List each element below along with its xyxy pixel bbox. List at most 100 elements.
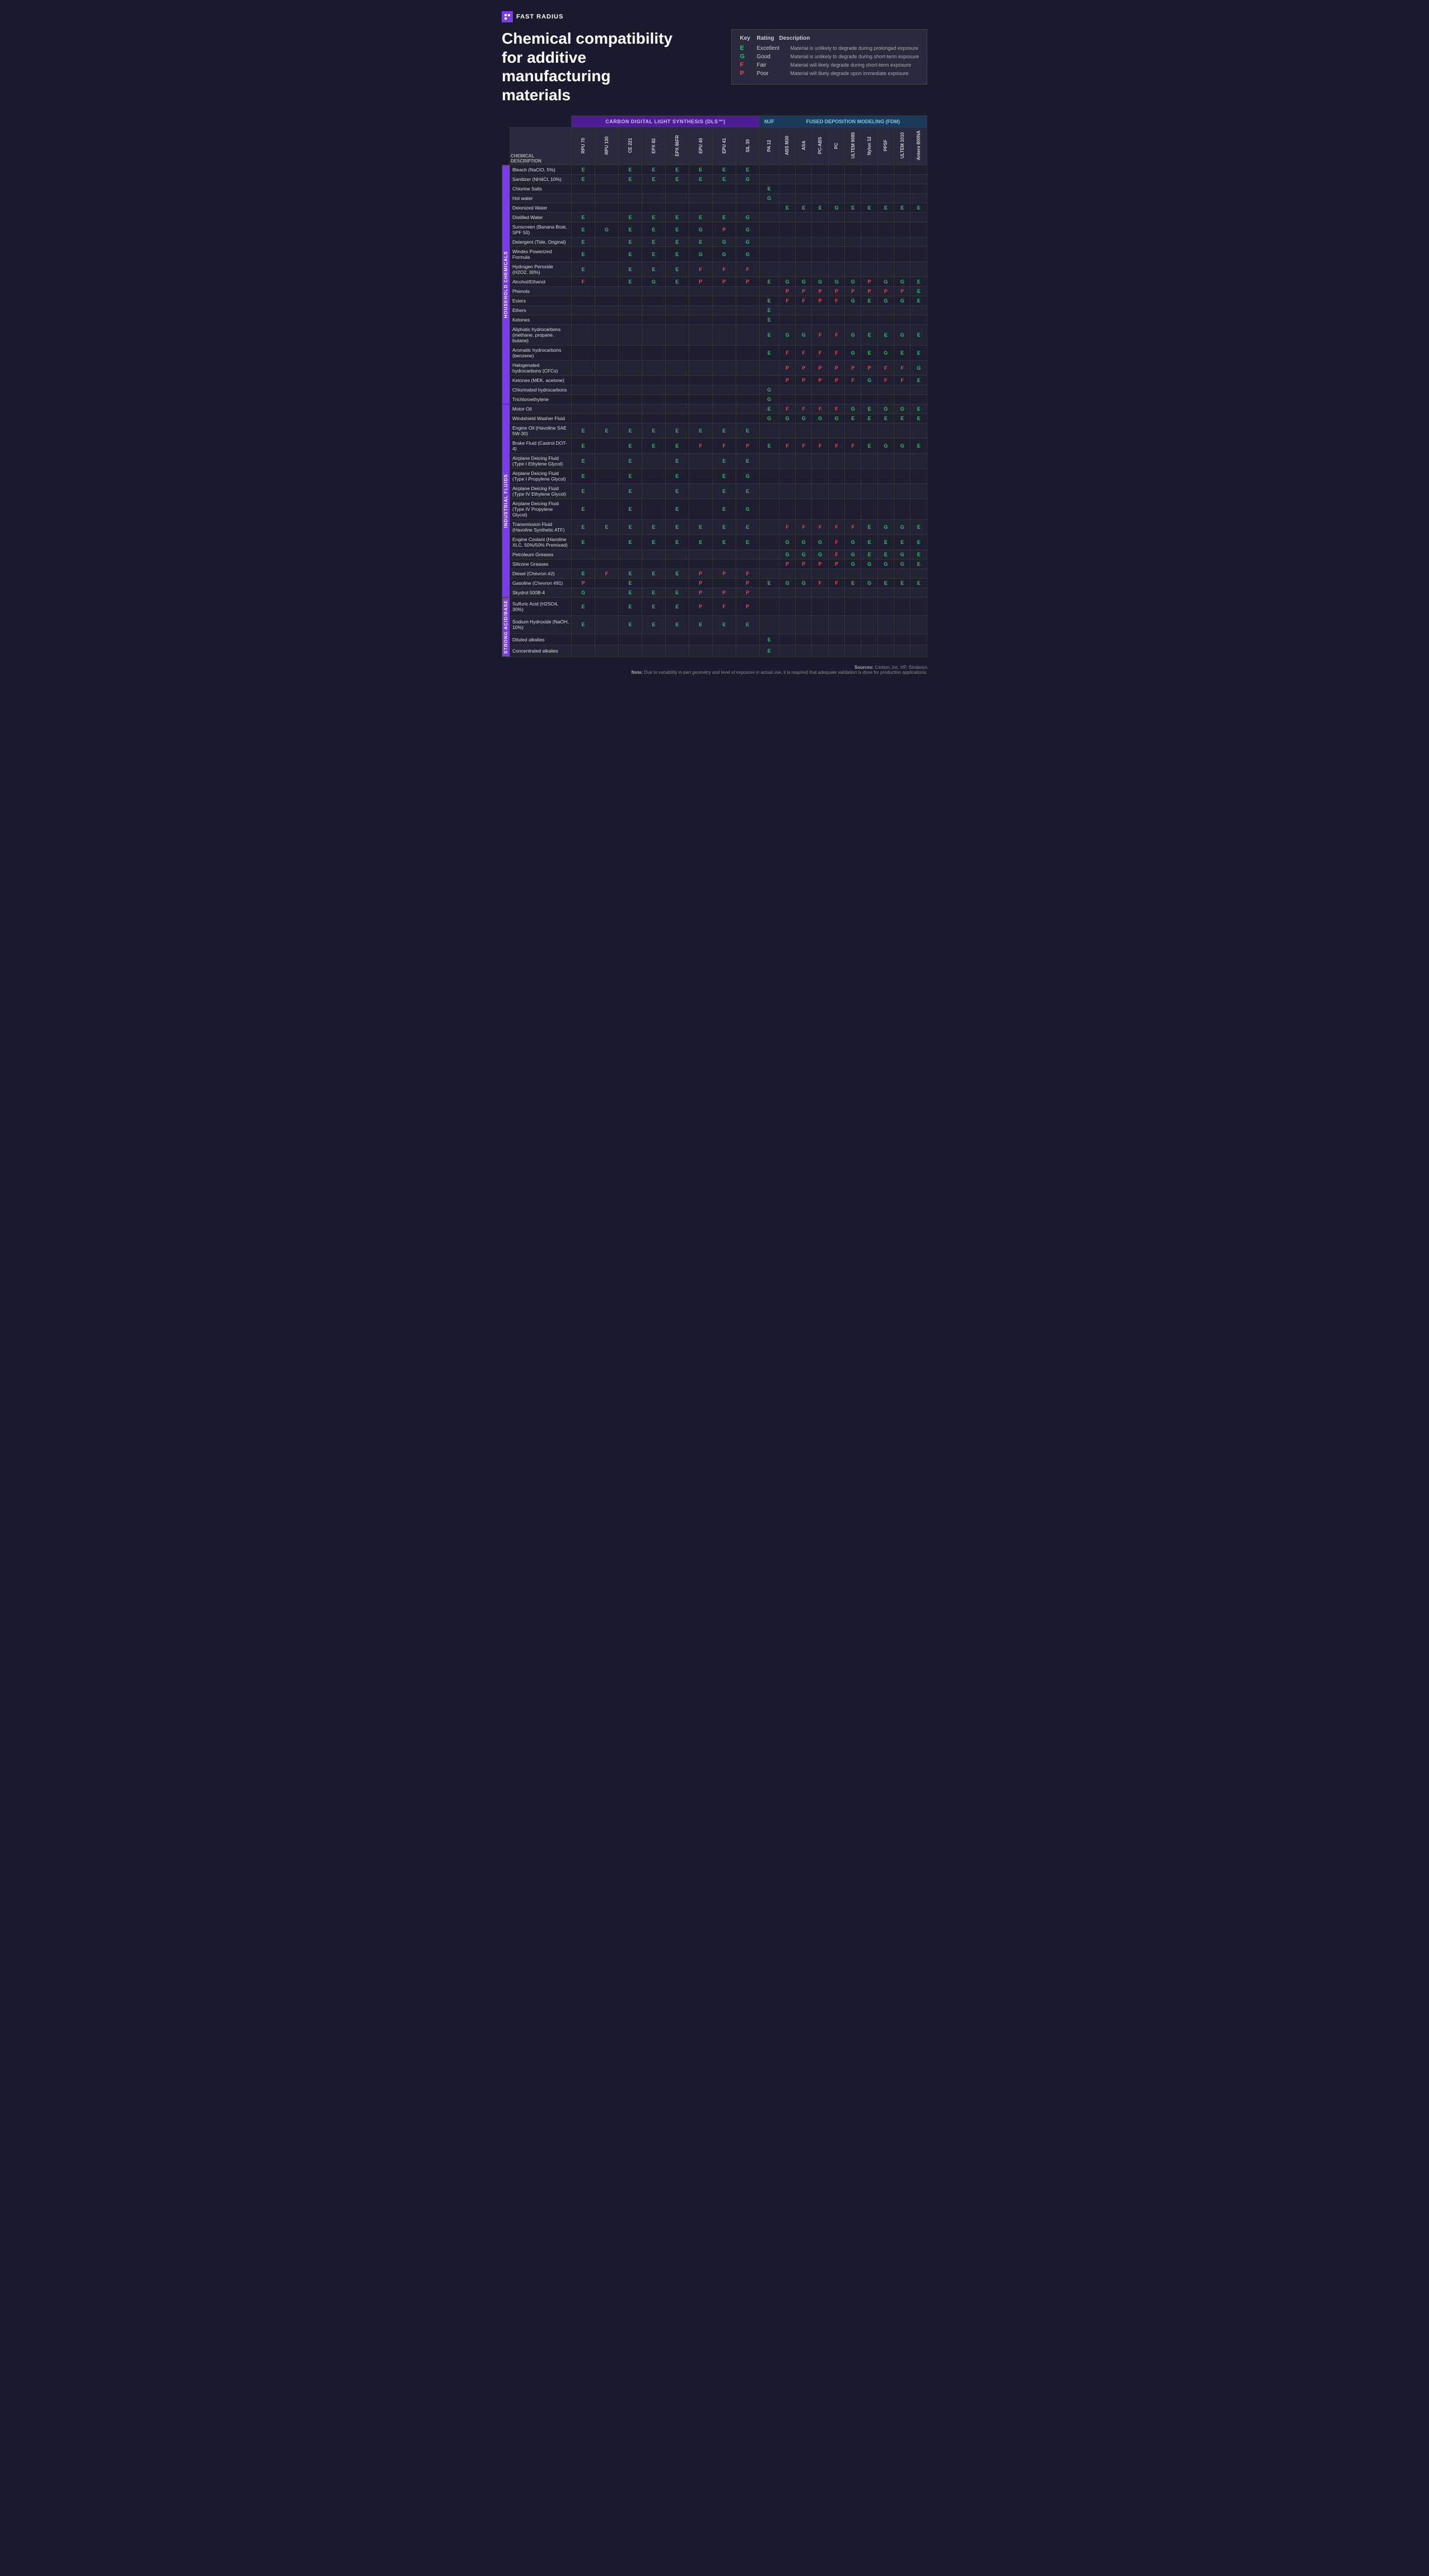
rating-cell: E [572, 454, 595, 469]
rating-cell [572, 645, 595, 656]
rating-cell [759, 535, 779, 550]
rating-cell [689, 499, 712, 520]
rating-cell [845, 175, 861, 184]
rating-cell: P [736, 439, 759, 454]
rating-cell [877, 385, 894, 395]
chemical-name: Deionized Water [510, 203, 572, 213]
legend-row-g: G Good Material is unlikely to degrade d… [740, 53, 919, 60]
rating-cell [894, 499, 910, 520]
table-row: Windshield Washer FluidGGGGGEEEEE [502, 414, 927, 423]
rating-cell: E [618, 616, 642, 633]
rating-cell: P [812, 376, 828, 385]
rating-cell: G [736, 499, 759, 520]
rating-cell: E [572, 484, 595, 499]
rating-cell [712, 315, 736, 325]
rating-cell [665, 361, 689, 376]
rating-cell [595, 469, 618, 484]
table-row: Concentrated alkaliesE [502, 645, 927, 656]
rating-cell: E [572, 499, 595, 520]
chemical-name: Chlorinated hydrocarbons [510, 385, 572, 395]
rating-cell: F [812, 520, 828, 535]
rating-cell [796, 165, 812, 175]
rating-cell [642, 325, 665, 346]
rating-cell: E [779, 203, 795, 213]
rating-cell: F [828, 520, 844, 535]
rating-cell [689, 376, 712, 385]
rating-cell [736, 296, 759, 306]
chemical-name: Hydrogen Peroxide (H2O2, 30%) [510, 262, 572, 277]
rating-cell [736, 361, 759, 376]
rating-cell [779, 499, 795, 520]
rating-cell [828, 184, 844, 194]
rating-cell [759, 560, 779, 569]
rating-cell: E [618, 237, 642, 247]
chemical-name: Petroleum Greases [510, 550, 572, 560]
chemical-name: Sunscreen (Banana Boat, SPF 50) [510, 222, 572, 237]
rating-cell [828, 454, 844, 469]
rating-cell: F [877, 361, 894, 376]
section-label-0: HOUSEHOLD CHEMICALS [502, 165, 510, 404]
rating-cell [796, 222, 812, 237]
rating-cell [618, 203, 642, 213]
rating-cell [689, 346, 712, 361]
chemical-name: Silicone Greases [510, 560, 572, 569]
rating-cell [665, 203, 689, 213]
rating-cell [845, 237, 861, 247]
rating-cell: G [759, 385, 779, 395]
rating-cell [665, 184, 689, 194]
rating-cell [910, 469, 927, 484]
rating-cell: E [572, 469, 595, 484]
rating-cell [861, 598, 877, 616]
rating-cell: G [828, 203, 844, 213]
rating-cell [642, 296, 665, 306]
rating-cell [812, 499, 828, 520]
rating-cell [812, 194, 828, 203]
rating-cell: E [642, 247, 665, 262]
rating-cell: E [618, 499, 642, 520]
logo-icon [502, 11, 513, 22]
col-absm30: ABS M30 [779, 128, 795, 165]
rating-cell [712, 296, 736, 306]
rating-cell [894, 184, 910, 194]
rating-cell: E [618, 222, 642, 237]
rating-cell [595, 165, 618, 175]
rating-cell [712, 414, 736, 423]
rating-cell [779, 175, 795, 184]
rating-cell: E [910, 439, 927, 454]
rating-cell [689, 296, 712, 306]
rating-cell: E [572, 423, 595, 439]
rating-cell [812, 598, 828, 616]
rating-cell [877, 175, 894, 184]
rating-cell: G [712, 237, 736, 247]
rating-cell: E [572, 222, 595, 237]
rating-cell: P [796, 287, 812, 296]
rating-cell: G [861, 376, 877, 385]
rating-cell: E [712, 175, 736, 184]
rating-cell [877, 454, 894, 469]
rating-cell [828, 315, 844, 325]
rating-cell [759, 222, 779, 237]
rating-cell: E [861, 325, 877, 346]
rating-cell: E [572, 569, 595, 579]
rating-cell: P [796, 560, 812, 569]
rating-cell [812, 315, 828, 325]
header-top: FAST RADIUS [502, 11, 927, 22]
rating-cell: G [861, 579, 877, 588]
legend-key-f: F [740, 62, 756, 68]
rating-cell: F [689, 262, 712, 277]
rating-cell: G [894, 550, 910, 560]
rating-cell [759, 454, 779, 469]
rating-cell [828, 569, 844, 579]
rating-cell [689, 306, 712, 315]
rating-cell: E [910, 579, 927, 588]
rating-cell: G [894, 325, 910, 346]
rating-cell [894, 598, 910, 616]
rating-cell [877, 423, 894, 439]
rating-cell: P [861, 287, 877, 296]
rating-cell [665, 325, 689, 346]
col-ce221: CE 221 [618, 128, 642, 165]
rating-cell: E [572, 213, 595, 222]
rating-cell [861, 616, 877, 633]
rating-cell [877, 184, 894, 194]
rating-cell: E [665, 247, 689, 262]
